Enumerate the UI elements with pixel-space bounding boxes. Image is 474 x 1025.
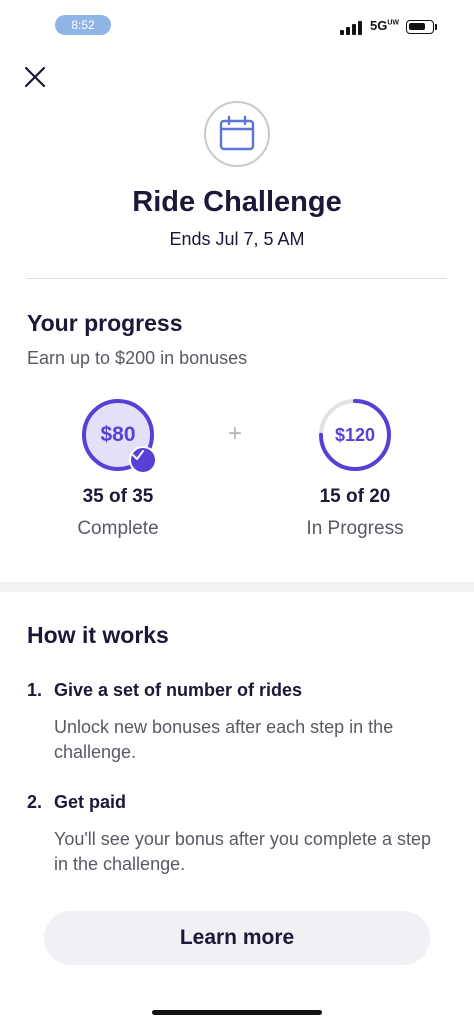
step-1: 1. Give a set of number of rides Unlock …: [27, 680, 447, 765]
step-number: 1.: [27, 680, 43, 700]
bonus-count: 35 of 35: [82, 486, 154, 507]
challenge-end-date: Ends Jul 7, 5 AM: [169, 229, 305, 249]
learn-more-button[interactable]: Learn more: [44, 911, 430, 965]
calendar-icon: [219, 115, 255, 151]
bonus-progress-ring: $80: [81, 398, 157, 474]
close-icon: [24, 66, 46, 88]
divider: [27, 278, 447, 279]
step-2: 2. Get paid You'll see your bonus after …: [27, 792, 447, 877]
step-description: You'll see your bonus after you complete…: [54, 829, 432, 874]
bonus-card-2: $120 15 of 20 In Progress: [280, 398, 430, 540]
battery-icon: [406, 20, 434, 34]
bonus-amount: $120: [334, 425, 376, 445]
bonus-progress-ring: $120: [318, 398, 392, 472]
step-title: Give a set of number of rides: [54, 680, 303, 700]
page-title: Ride Challenge: [132, 186, 342, 218]
step-title: Get paid: [54, 792, 127, 812]
step-description: Unlock new bonuses after each step in th…: [54, 717, 394, 762]
progress-subtitle: Earn up to $200 in bonuses: [27, 348, 248, 368]
home-indicator[interactable]: [152, 1010, 322, 1015]
step-number: 2.: [27, 792, 43, 812]
bonus-status: Complete: [77, 518, 159, 539]
challenge-icon-circle: [204, 101, 270, 167]
progress-heading: Your progress: [27, 310, 183, 336]
status-time: 8:52: [55, 15, 111, 35]
bonus-status: In Progress: [306, 518, 404, 539]
section-separator: [0, 582, 474, 592]
close-button[interactable]: [20, 62, 50, 92]
bonus-count: 15 of 20: [319, 486, 391, 507]
signal-icon: [340, 21, 362, 35]
check-icon: [129, 446, 157, 474]
plus-icon: +: [228, 420, 243, 447]
bonus-card-1: $80 35 of 35 Complete: [43, 398, 193, 540]
how-it-works-heading: How it works: [27, 622, 169, 648]
status-bar: 8:52 5GUW: [0, 0, 474, 50]
network-label: 5GUW: [370, 18, 400, 33]
